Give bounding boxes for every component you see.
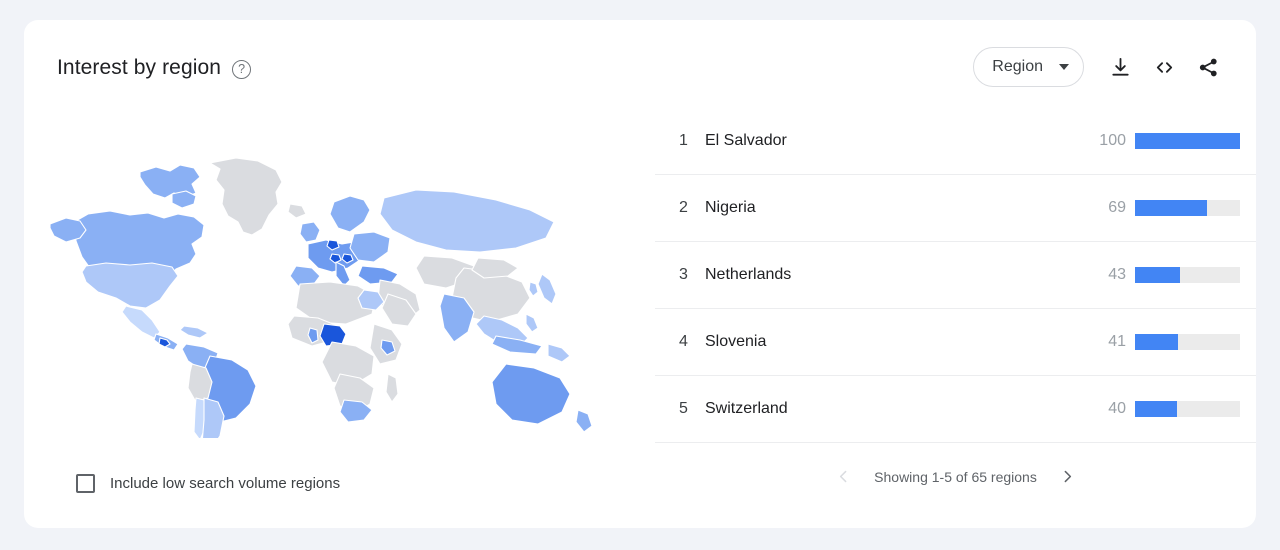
interest-by-region-card: Interest by region ? Region Include low … [24, 20, 1256, 528]
chevron-right-icon[interactable] [1059, 468, 1076, 485]
row-rank: 5 [679, 400, 688, 417]
country-british-isles[interactable] [299, 221, 321, 243]
share-icon[interactable] [1186, 45, 1230, 89]
row-region-name: Switzerland [705, 400, 788, 417]
row-bar-track [1135, 200, 1240, 216]
map-countries [49, 157, 593, 438]
row-bar-fill [1135, 401, 1177, 417]
table-row[interactable]: 5 Switzerland 40 [655, 376, 1256, 443]
pagination-text: Showing 1-5 of 65 regions [874, 468, 1037, 485]
table-row[interactable]: 4 Slovenia 41 [655, 309, 1256, 376]
table-row[interactable]: 3 Netherlands 43 [655, 242, 1256, 309]
row-value: 43 [1108, 266, 1126, 283]
row-value: 40 [1108, 400, 1126, 417]
include-low-volume-checkbox[interactable] [76, 474, 95, 493]
row-bar-track [1135, 401, 1240, 417]
row-region-name: Nigeria [705, 199, 756, 216]
pagination: Showing 1-5 of 65 regions [655, 443, 1256, 510]
country-australia[interactable] [491, 363, 571, 425]
help-circle-icon[interactable]: ? [232, 59, 252, 79]
region-ranking-list: 1 El Salvador 100 2 Nigeria 69 3 Netherl… [655, 108, 1256, 528]
country-papua-new-guinea[interactable] [547, 343, 571, 363]
row-rank: 4 [679, 333, 688, 350]
row-rank: 2 [679, 199, 688, 216]
title-group: Interest by region ? [57, 56, 252, 80]
chevron-down-icon [1059, 64, 1069, 70]
region-select-button[interactable]: Region [973, 47, 1084, 87]
row-bar-fill [1135, 133, 1240, 149]
row-rank: 1 [679, 132, 688, 149]
include-low-volume-checkbox-row[interactable]: Include low search volume regions [76, 474, 340, 493]
row-region-name: Slovenia [705, 333, 767, 350]
country-mexico[interactable] [121, 305, 161, 339]
row-region-name: Netherlands [705, 266, 792, 283]
chevron-left-icon[interactable] [835, 468, 852, 485]
include-low-volume-label: Include low search volume regions [110, 475, 341, 492]
card-header: Interest by region ? Region [24, 20, 1256, 108]
row-value: 69 [1108, 199, 1126, 216]
world-choropleth-map[interactable] [44, 148, 624, 438]
row-value: 41 [1108, 333, 1126, 350]
country-scandinavia[interactable] [329, 195, 371, 233]
region-select-label: Region [992, 58, 1043, 75]
country-turkey[interactable] [357, 265, 399, 285]
table-row[interactable]: 2 Nigeria 69 [655, 175, 1256, 242]
page-title: Interest by region [57, 56, 222, 79]
country-madagascar[interactable] [385, 373, 399, 403]
header-toolbar: Region [973, 45, 1230, 89]
row-bar-track [1135, 267, 1240, 283]
country-korea[interactable] [528, 281, 539, 297]
embed-code-icon[interactable] [1142, 45, 1186, 89]
country-japan[interactable] [537, 273, 557, 305]
world-map-pane: Include low search volume regions [24, 108, 664, 528]
table-row[interactable]: 1 El Salvador 100 [655, 108, 1256, 175]
country-united-states[interactable] [81, 262, 179, 309]
row-bar-fill [1135, 334, 1179, 350]
country-russia[interactable] [379, 189, 555, 253]
country-iceland[interactable] [287, 203, 307, 219]
country-greenland[interactable] [209, 157, 283, 236]
row-value: 100 [1099, 132, 1126, 149]
row-region-name: El Salvador [705, 132, 787, 149]
row-rank: 3 [679, 266, 688, 283]
row-bar-track [1135, 334, 1240, 350]
download-icon[interactable] [1098, 45, 1142, 89]
row-bar-fill [1135, 267, 1181, 283]
country-philippines[interactable] [525, 313, 539, 333]
country-new-zealand[interactable] [575, 409, 593, 433]
country-caribbean[interactable] [179, 325, 209, 339]
country-mongolia[interactable] [471, 257, 519, 279]
row-bar-fill [1135, 200, 1208, 216]
country-eastern-europe[interactable] [349, 231, 391, 263]
row-bar-track [1135, 133, 1240, 149]
